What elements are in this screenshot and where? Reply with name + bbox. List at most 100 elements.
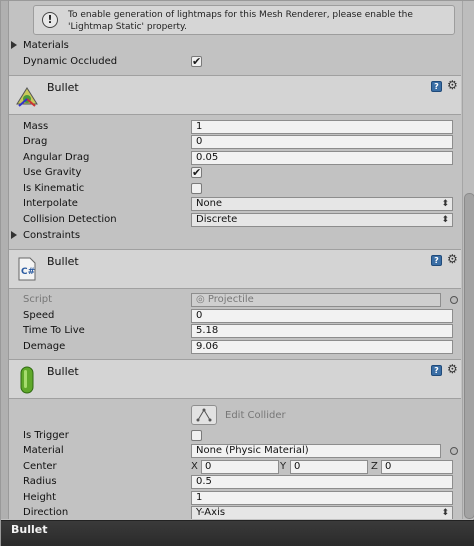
inspector-window: ! To enable generation of lightmaps for …	[0, 0, 474, 546]
time-to-live-label: Time To Live	[23, 325, 85, 336]
dynamic-occluded-label: Dynamic Occluded	[23, 56, 118, 67]
radius-row: Radius 0.5	[9, 475, 461, 490]
script-field: ◎ Projectile	[191, 293, 441, 307]
collider-title: Bullet	[47, 365, 79, 378]
info-icon: !	[42, 12, 58, 28]
is-kinematic-label: Is Kinematic	[23, 183, 85, 194]
drag-row: Drag 0	[9, 135, 461, 150]
preview-title: Bullet	[11, 523, 48, 536]
center-label: Center	[23, 461, 57, 472]
is-kinematic-checkbox[interactable]	[191, 183, 202, 194]
script-title: Bullet	[47, 255, 79, 268]
demage-row: Demage 9.06	[9, 340, 461, 355]
is-trigger-checkbox[interactable]	[191, 430, 202, 441]
script-row: Script ◎ Projectile	[9, 293, 461, 308]
script-header[interactable]: C# Bullet ? ⚙	[9, 249, 461, 289]
height-field[interactable]: 1	[191, 491, 453, 505]
edit-collider-button[interactable]	[191, 405, 217, 425]
svg-text:C#: C#	[21, 267, 35, 277]
rigidbody-title: Bullet	[47, 81, 79, 94]
materials-row[interactable]: Materials	[9, 39, 461, 54]
mass-row: Mass 1	[9, 120, 461, 135]
radius-label: Radius	[23, 476, 57, 487]
help-icon[interactable]: ?	[431, 255, 442, 266]
angular-drag-field[interactable]: 0.05	[191, 151, 453, 165]
object-picker-icon	[450, 296, 458, 304]
center-x: X 0	[191, 460, 279, 474]
speed-label: Speed	[23, 310, 55, 321]
direction-label: Direction	[23, 507, 69, 518]
gear-icon[interactable]: ⚙	[447, 252, 458, 266]
scrollbar-thumb[interactable]	[464, 193, 474, 519]
use-gravity-row: Use Gravity ✔	[9, 166, 461, 181]
material-row: Material None (Physic Material)	[9, 444, 461, 459]
center-y: Y 0	[280, 460, 368, 474]
demage-field[interactable]: 9.06	[191, 340, 453, 354]
speed-field[interactable]: 0	[191, 309, 453, 323]
is-trigger-row: Is Trigger	[9, 429, 461, 444]
mass-field[interactable]: 1	[191, 120, 453, 134]
center-y-field[interactable]: 0	[290, 460, 368, 474]
vertical-scrollbar[interactable]	[462, 1, 474, 519]
use-gravity-label: Use Gravity	[23, 167, 82, 178]
direction-row: Direction Y-Axis	[9, 506, 461, 519]
script-value: Projectile	[207, 294, 254, 305]
help-icon[interactable]: ?	[431, 365, 442, 376]
interpolate-row: Interpolate None	[9, 197, 461, 212]
center-z: Z 0	[371, 460, 453, 474]
preview-bar[interactable]: Bullet	[1, 520, 474, 546]
edit-collider-label: Edit Collider	[225, 410, 286, 421]
dynamic-occluded-row: Dynamic Occluded ✔	[9, 55, 461, 70]
angular-drag-label: Angular Drag	[23, 152, 90, 163]
collision-detection-dropdown[interactable]: Discrete	[191, 213, 453, 227]
demage-label: Demage	[23, 341, 66, 352]
is-trigger-label: Is Trigger	[23, 430, 69, 441]
center-x-label: X	[191, 461, 198, 472]
collision-detection-label: Collision Detection	[23, 214, 117, 225]
inspector-content: ! To enable generation of lightmaps for …	[9, 1, 461, 519]
height-row: Height 1	[9, 491, 461, 506]
lightmap-notice: ! To enable generation of lightmaps for …	[33, 5, 455, 35]
expand-arrow-icon[interactable]	[11, 41, 17, 49]
drag-label: Drag	[23, 136, 48, 147]
interpolate-label: Interpolate	[23, 198, 78, 209]
height-label: Height	[23, 492, 57, 503]
left-rail	[1, 1, 9, 519]
material-label: Material	[23, 445, 64, 456]
script-label: Script	[23, 294, 53, 305]
gear-icon[interactable]: ⚙	[447, 362, 458, 376]
center-z-label: Z	[371, 461, 378, 472]
direction-dropdown[interactable]: Y-Axis	[191, 506, 453, 519]
center-row: Center X 0 Y 0 Z 0	[9, 460, 461, 475]
mass-label: Mass	[23, 121, 49, 132]
center-y-label: Y	[280, 461, 287, 472]
csharp-script-icon: C#	[18, 257, 36, 281]
speed-row: Speed 0	[9, 309, 461, 324]
notice-text: To enable generation of lightmaps for th…	[68, 10, 413, 32]
rigidbody-icon	[16, 87, 38, 107]
expand-arrow-icon[interactable]	[11, 231, 17, 239]
help-icon[interactable]: ?	[431, 81, 442, 92]
drag-field[interactable]: 0	[191, 135, 453, 149]
gear-icon[interactable]: ⚙	[447, 78, 458, 92]
center-x-field[interactable]: 0	[201, 460, 279, 474]
capsule-collider-icon	[20, 366, 34, 394]
edit-collider-icon	[196, 408, 212, 422]
capsule-collider-header[interactable]: Bullet ? ⚙	[9, 359, 461, 399]
material-field[interactable]: None (Physic Material)	[191, 444, 441, 458]
constraints-label: Constraints	[23, 230, 81, 241]
materials-label: Materials	[23, 40, 69, 51]
angular-drag-row: Angular Drag 0.05	[9, 151, 461, 166]
object-picker-icon[interactable]	[450, 447, 458, 455]
collision-detection-row: Collision Detection Discrete	[9, 213, 461, 228]
interpolate-dropdown[interactable]: None	[191, 197, 453, 211]
center-z-field[interactable]: 0	[381, 460, 453, 474]
constraints-row[interactable]: Constraints	[9, 229, 461, 244]
is-kinematic-row: Is Kinematic	[9, 182, 461, 197]
rigidbody-header[interactable]: Bullet ? ⚙	[9, 75, 461, 115]
use-gravity-checkbox[interactable]: ✔	[191, 167, 202, 178]
time-to-live-row: Time To Live 5.18	[9, 324, 461, 339]
radius-field[interactable]: 0.5	[191, 475, 453, 489]
dynamic-occluded-checkbox[interactable]: ✔	[191, 56, 202, 67]
time-to-live-field[interactable]: 5.18	[191, 324, 453, 338]
